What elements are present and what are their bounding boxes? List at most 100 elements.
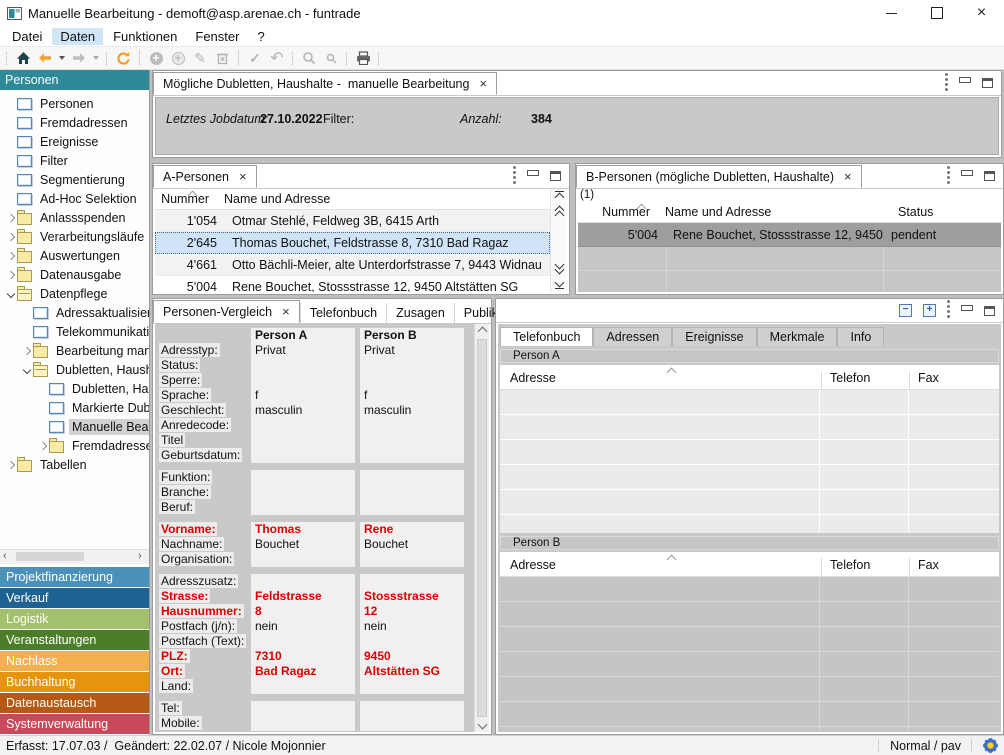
person-b-value[interactable] xyxy=(360,574,471,589)
tree-expander[interactable] xyxy=(4,139,17,145)
close-tab-icon[interactable]: × xyxy=(239,169,247,184)
table-row-empty[interactable] xyxy=(578,271,1001,292)
person-a-value[interactable] xyxy=(251,418,360,433)
person-a-value[interactable] xyxy=(251,470,360,485)
panel-minimize-icon[interactable] xyxy=(959,77,971,83)
person-a-value[interactable] xyxy=(251,634,360,649)
home-icon[interactable] xyxy=(12,48,34,68)
close-button[interactable]: × xyxy=(959,0,1004,26)
accordion-section[interactable]: Verkauf xyxy=(0,588,149,608)
person-a-value[interactable] xyxy=(251,552,360,567)
close-tab-icon[interactable]: × xyxy=(844,169,852,184)
person-b-value[interactable] xyxy=(360,701,471,716)
tab-b-personen[interactable]: B-Personen (mögliche Dubletten, Haushalt… xyxy=(576,165,862,188)
accordion-section[interactable]: Logistik xyxy=(0,609,149,629)
panel-options-icon[interactable] xyxy=(945,78,948,81)
person-b-value[interactable] xyxy=(360,448,471,463)
tree-expander[interactable] xyxy=(4,158,17,164)
forward-icon[interactable] xyxy=(68,48,90,68)
tree-item[interactable]: Ereignisse xyxy=(0,132,149,151)
person-a-value[interactable]: Bouchet xyxy=(251,537,360,552)
person-a-value[interactable]: 7310 xyxy=(251,649,360,664)
accordion-section[interactable]: Projektfinanzierung xyxy=(0,567,149,587)
person-a-value[interactable] xyxy=(251,373,360,388)
person-b-value[interactable]: Privat xyxy=(360,343,471,358)
tree-expander[interactable] xyxy=(4,215,17,221)
column-header-adresse[interactable]: Adresse xyxy=(500,558,821,576)
accordion-section[interactable]: Nachlass xyxy=(0,651,149,671)
accordion-section[interactable]: Datenaustausch xyxy=(0,693,149,713)
person-a-value[interactable] xyxy=(251,701,360,716)
panel-options-icon[interactable] xyxy=(947,305,950,308)
accordion-section[interactable]: Systemverwaltung xyxy=(0,714,149,734)
panel-maximize-icon[interactable] xyxy=(550,171,561,181)
scroll-right-icon[interactable]: › xyxy=(138,553,144,559)
expand-all-icon[interactable]: + xyxy=(923,304,936,317)
close-tab-icon[interactable]: × xyxy=(479,76,487,91)
tree-expander[interactable] xyxy=(36,386,49,392)
scrollbar-thumb[interactable] xyxy=(16,552,84,561)
tree-item[interactable]: Verarbeitungsläufe xyxy=(0,227,149,246)
tab-personen-vergleich[interactable]: Personen-Vergleich × xyxy=(153,300,300,323)
tree-horizontal-scrollbar[interactable]: ‹ › xyxy=(0,549,149,564)
panel-minimize-icon[interactable] xyxy=(961,170,973,176)
tree-item[interactable]: Segmentierung xyxy=(0,170,149,189)
person-b-value[interactable] xyxy=(360,500,471,515)
tree-expander[interactable] xyxy=(4,234,17,240)
scroll-left-icon[interactable]: ‹ xyxy=(3,553,9,559)
scroll-to-top-icon[interactable] xyxy=(554,193,564,203)
panel-maximize-icon[interactable] xyxy=(984,306,995,316)
tree-expander[interactable] xyxy=(4,196,17,202)
tree-item[interactable]: Filter xyxy=(0,151,149,170)
tree-expander[interactable] xyxy=(36,424,49,430)
column-header-name[interactable]: Name und Adresse xyxy=(658,205,891,222)
column-header-telefon[interactable]: Telefon xyxy=(821,558,909,576)
person-b-value[interactable]: f xyxy=(360,388,471,403)
accordion-section[interactable]: Veranstaltungen xyxy=(0,630,149,650)
tree-item[interactable]: Dubletten, Haus xyxy=(0,379,149,398)
forward-dropdown-icon[interactable] xyxy=(90,48,102,68)
confirm-icon[interactable]: ✓ xyxy=(244,48,266,68)
delete-icon[interactable] xyxy=(211,48,233,68)
table-row-empty[interactable] xyxy=(500,515,999,533)
person-a-value[interactable] xyxy=(251,679,360,694)
settings-gear-icon[interactable] xyxy=(983,738,998,753)
menu-item[interactable]: Funktionen xyxy=(105,28,185,45)
column-header-fax[interactable]: Fax xyxy=(909,371,999,389)
scroll-down-icon[interactable] xyxy=(478,720,488,730)
tree-expander[interactable] xyxy=(20,310,33,316)
scrollbar-thumb[interactable] xyxy=(477,339,487,717)
detail-tab[interactable]: Telefonbuch xyxy=(500,327,593,346)
table-row-empty[interactable] xyxy=(500,727,999,732)
person-a-value[interactable] xyxy=(251,448,360,463)
person-a-value[interactable] xyxy=(251,433,360,448)
person-b-value[interactable] xyxy=(360,418,471,433)
column-header-adresse[interactable]: Adresse xyxy=(500,371,821,389)
tab-moegliche-dubletten[interactable]: Mögliche Dubletten, Haushalte - manuelle… xyxy=(153,72,497,95)
table-row[interactable]: 4'661 Otto Bächli-Meier, alte Unterdorfs… xyxy=(155,254,550,276)
person-b-value[interactable]: masculin xyxy=(360,403,471,418)
table-row-empty[interactable] xyxy=(500,465,999,490)
tree-item[interactable]: Telekommunikations xyxy=(0,322,149,341)
maximize-button[interactable] xyxy=(914,0,959,26)
table-row-empty[interactable] xyxy=(500,677,999,702)
person-a-value[interactable]: Feldstrasse xyxy=(251,589,360,604)
scroll-up-icon[interactable] xyxy=(478,327,488,337)
column-header-name[interactable]: Name und Adresse xyxy=(217,192,336,209)
panel-minimize-icon[interactable] xyxy=(527,170,539,176)
person-a-value[interactable]: masculin xyxy=(251,403,360,418)
person-a-value[interactable] xyxy=(251,574,360,589)
tab-zusagen[interactable]: Zusagen xyxy=(386,303,454,323)
tree-item[interactable]: Auswertungen xyxy=(0,246,149,265)
person-a-value[interactable] xyxy=(251,485,360,500)
tree-item[interactable]: Adressaktualisierur xyxy=(0,303,149,322)
tree-expander[interactable] xyxy=(20,348,33,354)
person-b-value[interactable]: Stossstrasse xyxy=(360,589,471,604)
tree-expander[interactable] xyxy=(4,101,17,107)
minimize-button[interactable] xyxy=(869,0,914,26)
table-row-empty[interactable] xyxy=(500,577,999,602)
person-b-value[interactable] xyxy=(360,470,471,485)
person-a-value[interactable]: 8 xyxy=(251,604,360,619)
table-row-empty[interactable] xyxy=(500,602,999,627)
table-row[interactable]: 5'004 Rene Bouchet, Stossstrasse 12, 945… xyxy=(578,223,1001,247)
